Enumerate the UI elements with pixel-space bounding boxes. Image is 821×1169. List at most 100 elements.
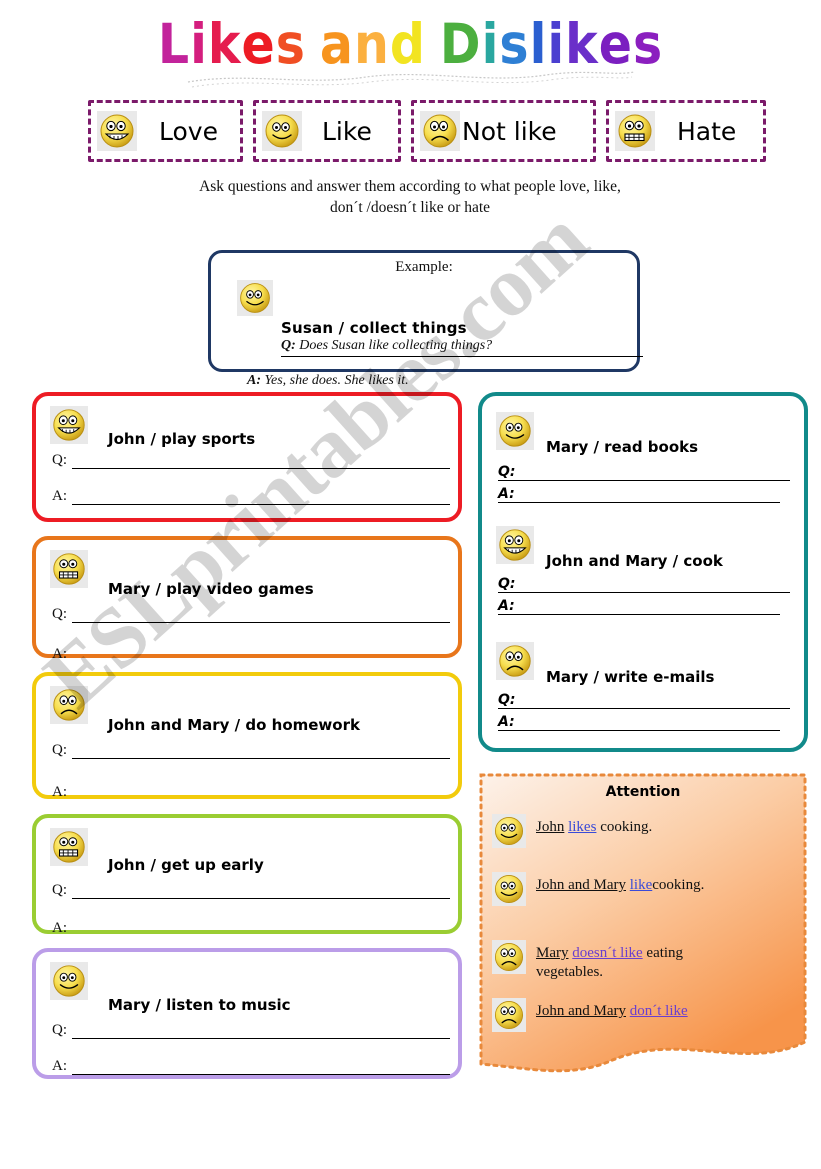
attention-verb: doesn´t like [572,945,643,961]
instructions-line-1: Ask questions and answer them according … [199,178,621,195]
attention-title: Attention [605,784,681,800]
answer-write-line[interactable] [72,503,450,505]
attention-subject: Mary [536,945,569,961]
answer-label: A: [52,1058,67,1074]
legend-item-label: Hate [677,116,737,146]
answer-label: A: [52,784,67,800]
answer-write-line[interactable] [520,729,780,731]
answer-write-line[interactable] [520,501,780,503]
sad-face-icon [492,998,526,1032]
example-question: Q: Does Susan like collecting things? [281,338,643,357]
card-prompt: John / get up early [108,856,264,874]
sad-face-icon [492,940,526,974]
legend-item-label: Love [159,116,218,146]
answer-write-line[interactable] [72,800,450,801]
right-question-panel: Mary / read books Q: A: John and Mary / coo… [478,392,808,752]
worksheet-page: Likes and Dislikes Love Like Not like Ha… [0,0,821,1169]
question-label: Q: [52,742,67,758]
answer-label: A: [52,920,67,936]
question-card: Mary / play video games Q: A: [32,536,462,662]
legend-item-hate[interactable]: Hate [606,100,766,162]
question-write-line[interactable] [72,1037,450,1039]
attention-subject: John and Mary [536,877,626,893]
legend-item-like[interactable]: Like [253,100,401,162]
legend-item-not-like[interactable]: Not like [411,100,596,162]
title-swoosh-decoration [187,71,635,88]
smile-face-icon [492,814,526,848]
question-write-line[interactable] [72,621,450,623]
item-prompt: Mary / write e-mails [546,668,715,686]
question-write-line[interactable] [72,757,450,759]
example-heading: Example: [395,259,453,275]
attention-rest: cooking. [596,819,653,835]
question-card: John / get up early Q: A: [32,814,462,937]
question-write-line[interactable] [520,591,790,593]
legend-item-love[interactable]: Love [88,100,243,162]
item-prompt: Mary / read books [546,438,699,456]
attention-sentence: John and Mary likecooking. [536,872,704,895]
card-prompt: Mary / play video games [108,580,314,598]
example-answer: A: Yes, she does. She likes it. [247,373,623,389]
question-label: Q: [498,576,520,593]
answer-write-line[interactable] [72,936,450,937]
attention-row: John and Mary likecooking. [492,872,732,906]
card-prompt: John / play sports [108,430,256,448]
example-question-label: Q: [281,338,296,353]
attention-verb: like [629,877,653,893]
attention-row: John and Mary don´t like [492,998,782,1032]
answer-write-line[interactable] [72,662,450,663]
example-box: Example: Susan / collect things Q: Does … [208,250,643,388]
answer-write-line[interactable] [72,1073,450,1075]
legend-item-label: Like [322,116,372,146]
page-title: Likes and Dislikes [0,10,821,88]
smile-face-icon [50,962,88,1000]
attention-box: Attention John likes cooking. John and Ma… [478,772,808,1078]
question-write-line[interactable] [520,707,790,709]
question-card: Mary / listen to music Q: A: [32,948,462,1079]
smile-face-icon [237,280,273,316]
sad-face-icon [420,111,460,151]
question-label: Q: [498,692,520,709]
sad-face-icon [50,686,88,724]
example-question-text: Does Susan like collecting things? [299,338,493,353]
gritted-teeth-face-icon [50,550,88,588]
attention-verb: don´t like [629,1003,688,1019]
answer-label: A: [52,488,67,504]
question-write-line[interactable] [520,479,790,481]
grin-teeth-face-icon [50,406,88,444]
card-prompt: John and Mary / do homework [108,716,360,734]
question-label: Q: [52,882,67,898]
sad-face-icon [496,642,534,680]
example-answer-text: Yes, she does. She likes it. [264,373,409,388]
gritted-teeth-face-icon [615,111,655,151]
question-write-line[interactable] [72,897,450,899]
attention-row: John likes cooking. [492,814,782,848]
item-prompt: John and Mary / cook [546,552,723,570]
title-letter: s [632,12,664,77]
answer-label: A: [52,646,67,662]
answer-label: A: [498,714,520,731]
question-label: Q: [52,606,67,622]
attention-sentence: John and Mary don´t like [536,998,688,1021]
attention-subject: John [536,819,565,835]
attention-rest: cooking. [652,877,705,893]
mood-legend: Love Like Not like Hate [88,100,768,162]
card-prompt: Mary / listen to music [108,996,291,1014]
question-card: John / play sports Q: A: [32,392,462,522]
answer-write-line[interactable] [520,613,780,615]
example-prompt: Susan / collect things [281,319,467,337]
question-card: John and Mary / do homework Q: A: [32,672,462,801]
question-write-line[interactable] [72,467,450,469]
gritted-teeth-face-icon [50,828,88,866]
attention-row: Mary doesn´t like eating vegetables. [492,940,752,982]
question-label: Q: [498,464,520,481]
example-answer-label: A: [247,373,261,388]
grin-teeth-face-icon [496,526,534,564]
legend-item-label: Not like [462,116,557,146]
instructions-line-2: don´t /doesn´t like or hate [329,199,491,216]
question-label: Q: [52,1022,67,1038]
attention-subject: John and Mary [536,1003,626,1019]
grin-teeth-face-icon [97,111,137,151]
smile-face-icon [496,412,534,450]
instructions-text: Ask questions and answer them according … [100,176,720,218]
